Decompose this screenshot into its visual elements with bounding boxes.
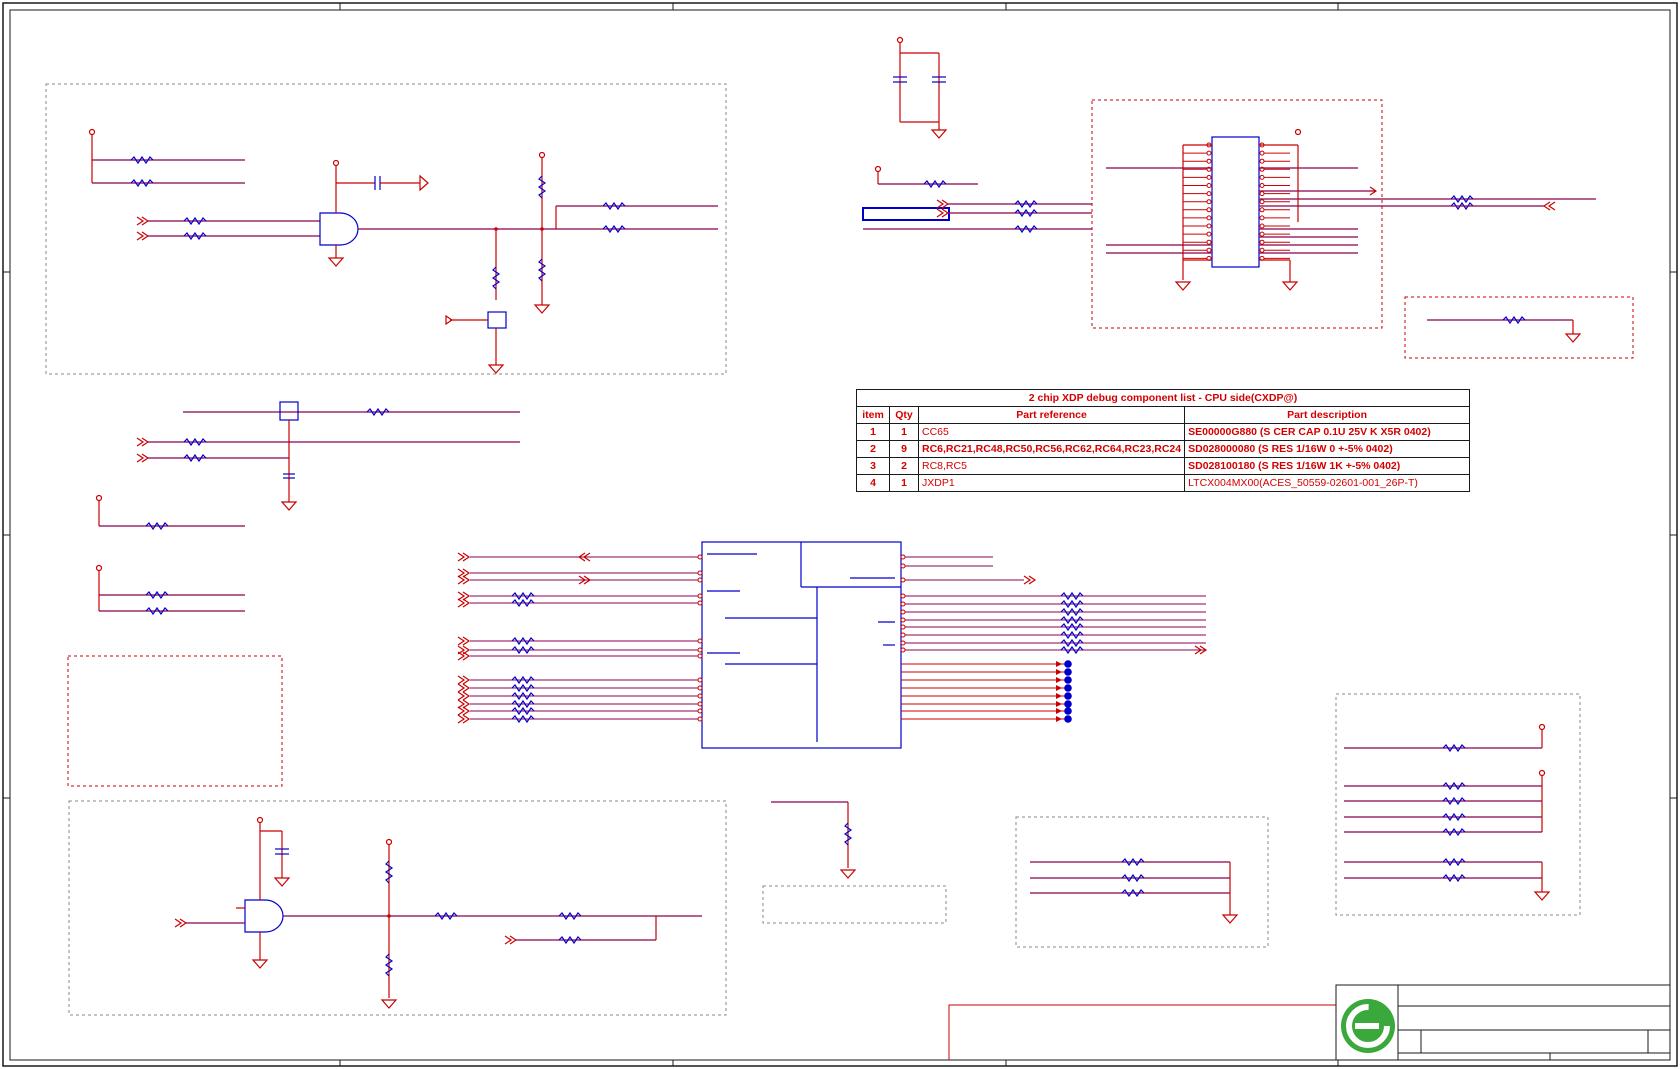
series-resistors-top	[862, 165, 1092, 233]
bom-qty: 2	[889, 457, 919, 475]
table-row: 4 1 JXDP1 LTCX004MX00(ACES_50559-02601-0…	[856, 474, 1470, 492]
sheet-border	[2, 2, 1678, 1067]
bom-header-ref: Part reference	[917, 406, 1186, 424]
title-block	[948, 984, 1671, 1061]
bom-ref: RC6,RC21,RC48,RC50,RC56,RC62,RC64,RC23,R…	[917, 440, 1186, 458]
and-gate-circuit-bottom	[174, 816, 702, 1009]
cpu-block-left-signals	[457, 552, 703, 724]
cpu-xdp-block	[701, 541, 902, 749]
bom-header-desc: Part description	[1184, 406, 1470, 424]
bom-table-title: 2 chip XDP debug component list - CPU si…	[856, 389, 1470, 407]
schematic-canvas	[2, 2, 1678, 1067]
bom-header-qty: Qty	[889, 406, 919, 424]
dashed-group-boxes	[45, 83, 1634, 1016]
pullup-resistors-left	[95, 494, 245, 615]
bom-ref: RC8,RC5	[917, 457, 1186, 475]
decoupling-caps	[893, 36, 947, 139]
pulldown-resistor-center	[771, 801, 856, 879]
bom-ref: CC65	[917, 423, 1186, 441]
cpu-block-right-signals	[900, 554, 1207, 723]
table-row: 3 2 RC8,RC5 SD028100180 (S RES 1/16W 1K …	[856, 457, 1470, 475]
bom-qty: 1	[889, 474, 919, 492]
bom-component-table: 2 chip XDP debug component list - CPU si…	[856, 389, 1470, 492]
bom-desc: SE00000G880 (S CER CAP 0.1U 25V K X5R 04…	[1184, 423, 1470, 441]
bom-qty: 1	[889, 423, 919, 441]
pulldown-resistor-right	[1427, 316, 1581, 343]
bom-desc: SD028100180 (S RES 1/16W 1K +-5% 0402)	[1184, 457, 1470, 475]
bom-item: 1	[856, 423, 890, 441]
bom-item: 3	[856, 457, 890, 475]
mosfet-level-shifter	[136, 401, 520, 511]
table-row: 2 9 RC6,RC21,RC48,RC50,RC56,RC62,RC64,RC…	[856, 440, 1470, 458]
bom-ref: JXDP1	[917, 474, 1186, 492]
bom-desc: LTCX004MX00(ACES_50559-02601-001_26P-T)	[1184, 474, 1470, 492]
pulldown-resistors-box	[1030, 858, 1238, 924]
xdp-connector-pins	[1183, 142, 1290, 261]
table-row: 1 1 CC65 SE00000G880 (S CER CAP 0.1U 25V…	[856, 423, 1470, 441]
pullup-resistors-right	[1344, 723, 1550, 901]
bom-desc: SD028000080 (S RES 1/16W 0 +-5% 0402)	[1184, 440, 1470, 458]
xdp-connector	[1106, 128, 1596, 291]
bom-qty: 9	[889, 440, 919, 458]
company-logo-icon	[1337, 995, 1399, 1057]
bom-item: 2	[856, 440, 890, 458]
bom-item: 4	[856, 474, 890, 492]
and-gate-circuit-top	[88, 128, 718, 374]
bom-header-item: item	[856, 406, 890, 424]
